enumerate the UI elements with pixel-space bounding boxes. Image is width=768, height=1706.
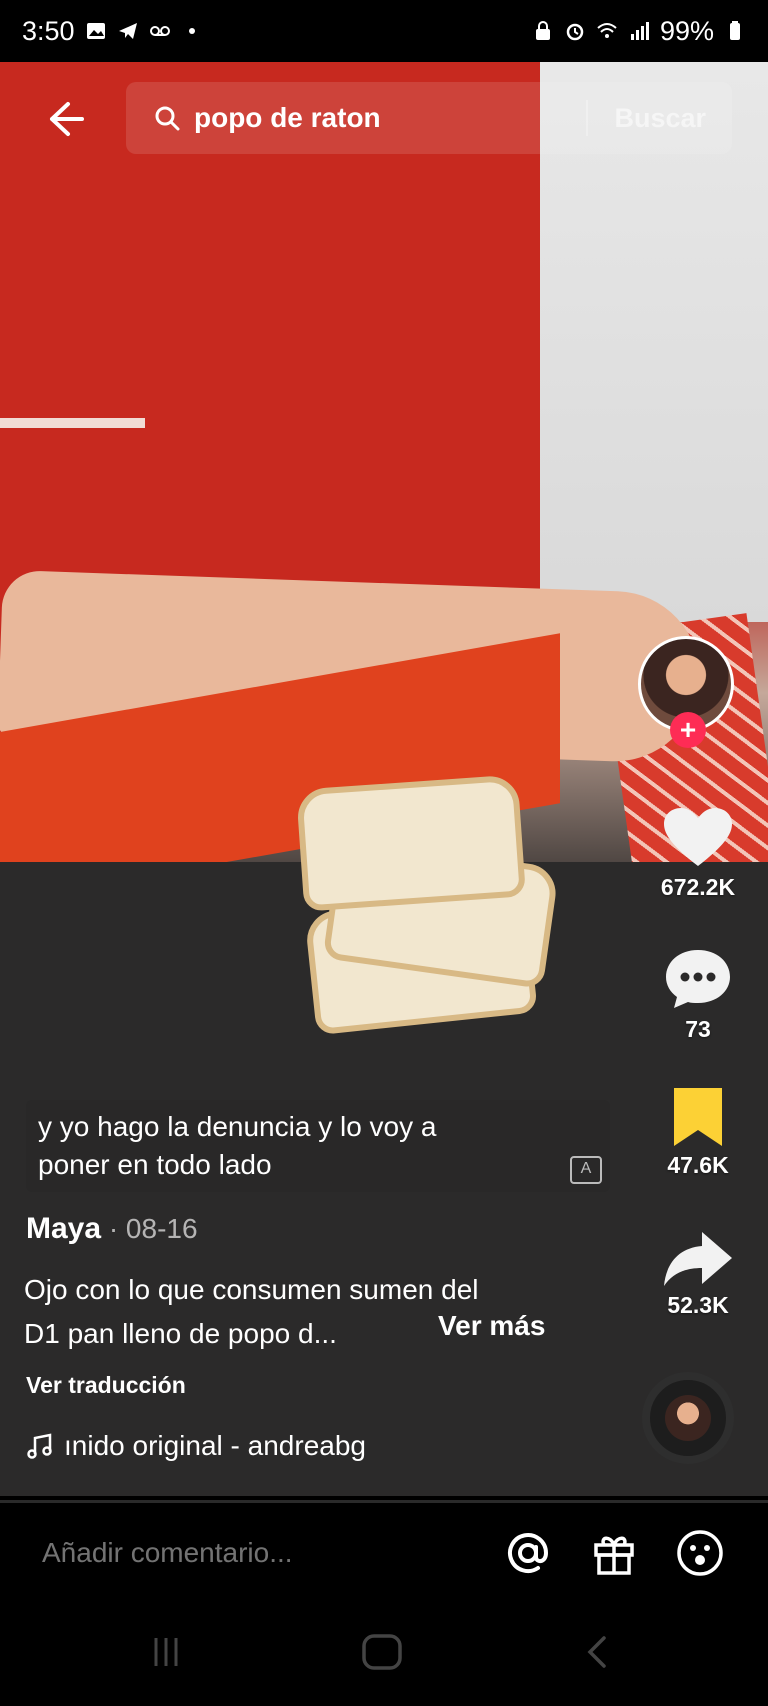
music-disc-avatar bbox=[665, 1395, 711, 1441]
translate-caption-icon[interactable]: A bbox=[570, 1156, 602, 1184]
heart-icon[interactable] bbox=[662, 806, 734, 870]
video-caption: y yo hago la denuncia y lo voy a poner e… bbox=[26, 1100, 610, 1192]
see-more-link[interactable]: Ver más bbox=[438, 1310, 545, 1342]
music-title: ınido original - andreabg bbox=[64, 1430, 366, 1461]
bookmark-icon[interactable] bbox=[670, 1086, 726, 1148]
dot-icon bbox=[188, 28, 195, 34]
search-query[interactable]: popo de raton bbox=[194, 102, 586, 134]
search-button[interactable]: Buscar bbox=[588, 103, 732, 134]
music-note-icon bbox=[27, 1433, 52, 1459]
mention-icon[interactable] bbox=[502, 1527, 554, 1579]
lock-icon bbox=[535, 21, 550, 40]
battery-percent: 99% bbox=[659, 15, 714, 46]
back-nav-icon[interactable] bbox=[578, 1632, 618, 1672]
video-sleeve-stripe bbox=[0, 418, 145, 428]
signal-icon bbox=[630, 22, 649, 40]
comment-icon[interactable] bbox=[663, 946, 733, 1012]
like-action[interactable]: 672.2K bbox=[628, 806, 768, 901]
save-action[interactable]: 47.6K bbox=[628, 1086, 768, 1179]
like-count: 672.2K bbox=[660, 874, 736, 900]
battery-icon bbox=[730, 21, 740, 40]
home-icon[interactable] bbox=[360, 1632, 404, 1672]
video-bread-slice bbox=[296, 774, 526, 912]
caption-line-2: poner en todo lado bbox=[38, 1149, 272, 1180]
comment-count: 73 bbox=[685, 1016, 711, 1042]
wifi-icon bbox=[597, 23, 617, 38]
emoji-icon[interactable] bbox=[674, 1527, 726, 1579]
post-date: · 08-16 bbox=[101, 1213, 198, 1244]
system-nav-bar bbox=[0, 1600, 768, 1706]
top-bar: popo de raton Buscar bbox=[0, 76, 768, 160]
voicemail-icon bbox=[149, 26, 170, 36]
comment-bar: Añadir comentario... bbox=[0, 1500, 768, 1603]
share-action[interactable]: 52.3K bbox=[628, 1228, 768, 1319]
status-time: 3:50 bbox=[22, 15, 75, 46]
author-name[interactable]: Maya bbox=[26, 1212, 101, 1245]
caption-line-1: y yo hago la denuncia y lo voy a bbox=[38, 1111, 437, 1142]
save-count: 47.6K bbox=[667, 1152, 729, 1178]
back-arrow-icon[interactable] bbox=[38, 92, 92, 146]
follow-button[interactable]: + bbox=[670, 712, 706, 748]
gift-icon[interactable] bbox=[588, 1527, 640, 1579]
comment-input[interactable]: Añadir comentario... bbox=[42, 1537, 293, 1569]
translate-link[interactable]: Ver traducción bbox=[26, 1372, 186, 1399]
music-disc[interactable] bbox=[642, 1372, 734, 1464]
post-meta: Maya · 08-16 bbox=[26, 1212, 586, 1246]
description-line-1: Ojo con lo que consumen sumen del bbox=[24, 1274, 479, 1305]
gallery-icon bbox=[86, 23, 105, 39]
share-count: 52.3K bbox=[667, 1292, 729, 1318]
search-icon bbox=[155, 106, 180, 131]
telegram-icon bbox=[118, 23, 137, 39]
search-bar[interactable]: popo de raton Buscar bbox=[126, 82, 732, 154]
alarm-icon bbox=[566, 23, 584, 41]
comment-action[interactable]: 73 bbox=[628, 946, 768, 1043]
music-info[interactable]: ınido original - andreabg bbox=[26, 1430, 366, 1462]
status-bar: 3:50 99% bbox=[0, 0, 768, 62]
share-arrow-icon[interactable] bbox=[662, 1228, 734, 1288]
recent-apps-icon[interactable] bbox=[146, 1632, 186, 1672]
